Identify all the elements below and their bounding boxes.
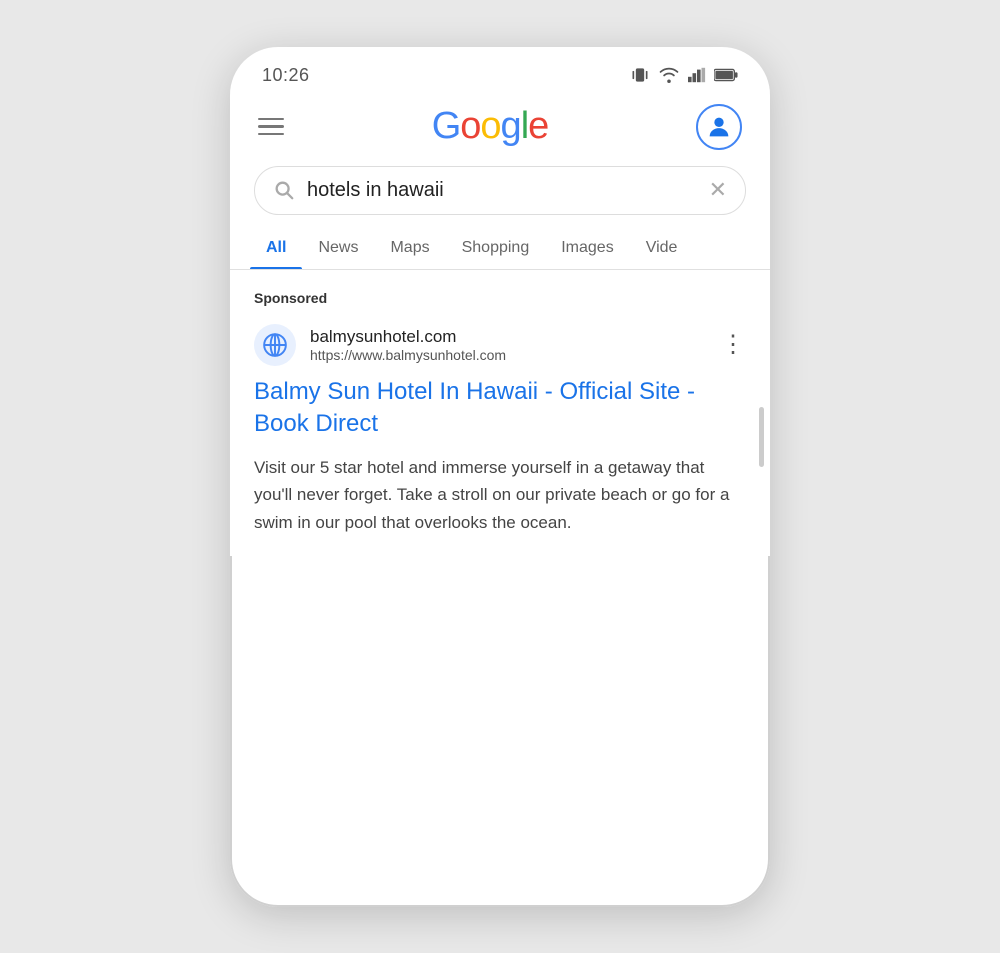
- tab-maps[interactable]: Maps: [374, 227, 445, 269]
- ad-domain[interactable]: balmysunhotel.com: [310, 327, 506, 347]
- logo-e: e: [528, 105, 548, 148]
- tab-images[interactable]: Images: [545, 227, 629, 269]
- tab-news[interactable]: News: [302, 227, 374, 269]
- account-avatar[interactable]: [696, 104, 742, 150]
- vibrate-icon: [630, 65, 650, 85]
- tab-shopping[interactable]: Shopping: [446, 227, 546, 269]
- ad-site-info: balmysunhotel.com https://www.balmysunho…: [310, 327, 506, 363]
- scrollbar[interactable]: [759, 407, 764, 467]
- ad-site-row: balmysunhotel.com https://www.balmysunho…: [254, 324, 746, 366]
- ad-url[interactable]: https://www.balmysunhotel.com: [310, 347, 506, 363]
- wifi-icon: [658, 67, 680, 83]
- globe-icon: [262, 332, 288, 358]
- google-logo: Google: [432, 105, 549, 148]
- logo-g: g: [501, 105, 521, 148]
- ad-favicon: [254, 324, 296, 366]
- status-time: 10:26: [262, 65, 310, 86]
- status-icons: [630, 65, 738, 85]
- results-area: Sponsored balmysunhotel.com https://www.…: [230, 270, 770, 556]
- search-bar-wrapper: ✕: [230, 162, 770, 227]
- signal-icon: [688, 67, 706, 83]
- status-bar: 10:26: [230, 47, 770, 94]
- search-input[interactable]: [307, 179, 697, 202]
- clear-search-button[interactable]: ✕: [709, 179, 727, 201]
- tab-all[interactable]: All: [250, 227, 302, 269]
- sponsored-label: Sponsored: [254, 290, 746, 306]
- ad-description: Visit our 5 star hotel and immerse yours…: [254, 454, 746, 536]
- battery-icon: [714, 68, 738, 82]
- search-bar[interactable]: ✕: [254, 166, 746, 215]
- hamburger-menu[interactable]: [258, 118, 284, 136]
- ad-more-button[interactable]: ⋮: [721, 333, 746, 357]
- ad-site-left: balmysunhotel.com https://www.balmysunho…: [254, 324, 506, 366]
- tab-videos[interactable]: Vide: [630, 227, 694, 269]
- ad-title[interactable]: Balmy Sun Hotel In Hawaii - Official Sit…: [254, 376, 746, 441]
- logo-o2: o: [480, 105, 500, 148]
- header: Google: [230, 94, 770, 162]
- search-icon: [273, 179, 295, 201]
- logo-o1: o: [460, 105, 480, 148]
- search-tabs: All News Maps Shopping Images Vide: [230, 227, 770, 270]
- logo-l: l: [521, 105, 528, 148]
- person-icon: [705, 113, 733, 141]
- logo-G: G: [432, 105, 461, 148]
- phone-frame: 10:26: [230, 47, 770, 907]
